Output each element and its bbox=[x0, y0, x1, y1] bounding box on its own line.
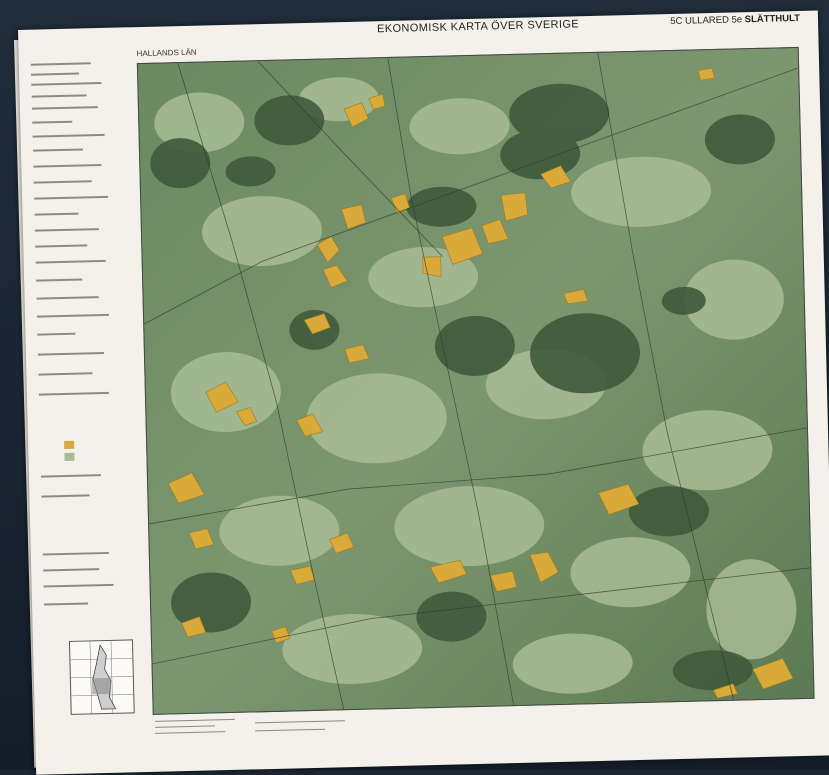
legend-line bbox=[32, 148, 83, 152]
legend-line bbox=[32, 133, 105, 138]
map-legend bbox=[27, 55, 138, 697]
legend-line bbox=[34, 212, 79, 216]
note-line bbox=[155, 731, 226, 734]
legend-line bbox=[42, 551, 109, 556]
note-line bbox=[155, 725, 216, 728]
legend-line bbox=[43, 583, 114, 588]
legend-line bbox=[31, 81, 102, 86]
legend-line bbox=[36, 313, 110, 318]
legend-line bbox=[43, 568, 100, 572]
legend-line bbox=[34, 195, 109, 200]
note-line bbox=[154, 718, 235, 722]
legend-line bbox=[37, 332, 76, 336]
legend-line bbox=[30, 62, 91, 66]
legend-line bbox=[35, 259, 106, 264]
sheet-code: 5C ULLARED 5e bbox=[670, 14, 743, 28]
legend-line bbox=[41, 494, 90, 498]
legend-line bbox=[33, 164, 102, 168]
legend-line bbox=[34, 228, 99, 232]
legend-swatch-open bbox=[64, 452, 75, 461]
legend-line bbox=[44, 602, 89, 606]
legend-line bbox=[31, 72, 80, 76]
legend-line bbox=[31, 106, 98, 110]
index-map bbox=[68, 639, 135, 715]
sheet-name: SLÄTTHULT bbox=[744, 12, 801, 26]
legend-line bbox=[37, 351, 104, 356]
note-line bbox=[254, 720, 345, 724]
legend-line bbox=[35, 244, 88, 248]
legend-line bbox=[38, 391, 109, 396]
map-sheet: EKONOMISK KARTA ÖVER SVERIGE 5C ULLARED … bbox=[18, 10, 829, 775]
legend-line bbox=[36, 278, 83, 282]
legend-line bbox=[40, 474, 101, 478]
legend-line bbox=[38, 372, 93, 376]
legend-line bbox=[32, 120, 73, 124]
county-label: HALLANDS LÄN bbox=[136, 47, 197, 59]
aerial-photo-map bbox=[137, 47, 814, 714]
note-line bbox=[255, 728, 326, 732]
aerial-map-frame bbox=[136, 46, 815, 715]
legend-line bbox=[36, 296, 99, 300]
legend-line bbox=[31, 94, 87, 98]
legend-line bbox=[33, 180, 92, 184]
legend-swatch-field bbox=[64, 440, 75, 449]
